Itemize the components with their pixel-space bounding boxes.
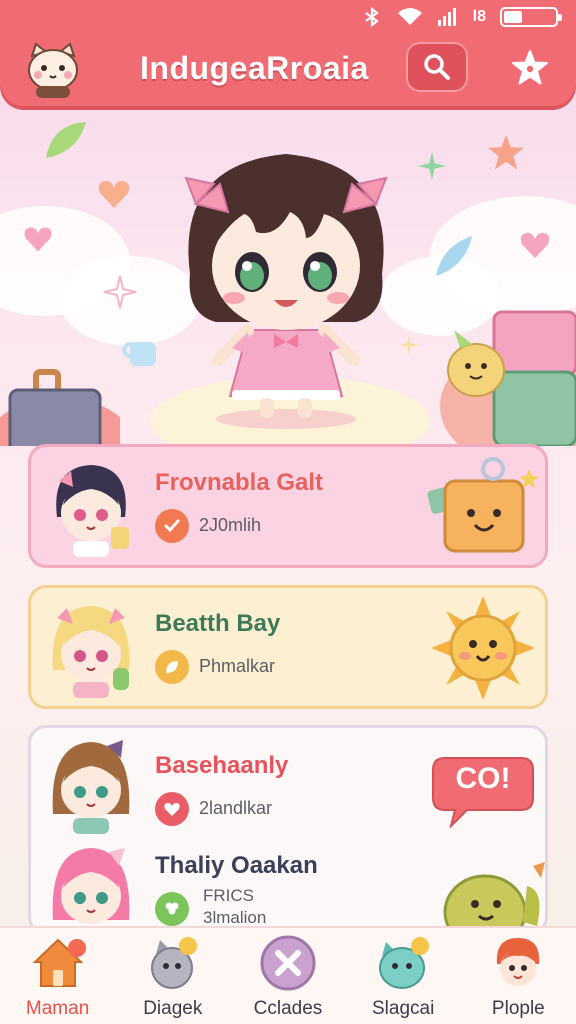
card-subtitle: Phmalkar <box>199 656 276 676</box>
sun-icon <box>431 596 535 700</box>
bluetooth-icon <box>365 6 379 28</box>
heart-decoration-icon <box>98 181 130 208</box>
card-subtitle: 3lmalion <box>203 908 267 927</box>
nav-label: Plople <box>491 998 545 1019</box>
game-card-list: Basehaanly 2landlkar CO! Thaliy Oaakan F… <box>28 725 548 935</box>
nav-label: Maman <box>25 998 90 1019</box>
app-title: IndugeaRroaia <box>140 50 369 86</box>
avatar <box>52 740 130 834</box>
close-circle-icon <box>260 935 316 991</box>
chibi-girl-character <box>184 154 388 429</box>
speech-bubble-text: CO! <box>455 762 511 795</box>
heart-check-icon <box>155 792 189 826</box>
nav-item-slagcai[interactable]: Slagcai <box>348 934 458 1024</box>
game-card[interactable]: Beatth Bay Phmalkar <box>28 585 548 709</box>
nav-item-cclades[interactable]: Cclades <box>233 934 343 1024</box>
wifi-icon <box>397 8 422 25</box>
game-card[interactable]: Thaliy Oaakan FRICS 3lmalion <box>31 834 545 932</box>
bottom-navigation: Maman Diagek Cclades Slagcai Plople <box>0 926 576 1024</box>
feather-decoration-icon <box>436 236 472 276</box>
search-icon <box>424 54 450 80</box>
speech-bubble-icon: CO! <box>431 752 535 828</box>
card-title: Thaliy Oaakan <box>155 852 318 879</box>
card-subtitle: 2landlkar <box>199 798 273 818</box>
card-subtitle: 2J0mlih <box>199 515 262 535</box>
cat-icon <box>150 937 197 989</box>
gift-box-icon <box>427 457 539 553</box>
star-decoration-icon <box>488 135 524 170</box>
sparkle-decoration-icon <box>417 151 447 181</box>
cat-face-icon[interactable] <box>22 40 84 102</box>
heart-decoration-icon <box>24 227 52 252</box>
nav-item-home[interactable]: Maman <box>3 934 113 1024</box>
suitcase-decoration-icon <box>0 369 120 446</box>
game-card[interactable]: Frovnabla Galt 2J0mlih <box>28 444 548 568</box>
people-icon <box>497 938 540 986</box>
leaf-decoration-icon <box>46 122 86 158</box>
signal-icon <box>437 8 456 26</box>
monster-icon <box>379 937 430 989</box>
avatar <box>52 606 130 698</box>
carrier-text: l8 <box>472 8 486 25</box>
status-bar: l8 <box>0 0 576 34</box>
clover-icon <box>155 892 189 926</box>
leaf-icon <box>155 650 189 684</box>
avatar <box>52 848 130 924</box>
favorites-button[interactable] <box>504 44 556 92</box>
luggage-decoration-icon <box>440 310 576 446</box>
card-title: Frovnabla Galt <box>155 469 324 496</box>
battery-level <box>504 11 522 23</box>
house-icon <box>32 938 86 987</box>
card-subtitle: FRICS <box>203 886 254 905</box>
hero-illustration <box>0 106 576 446</box>
heart-decoration-icon <box>520 232 550 259</box>
nav-label: Slagcai <box>371 998 435 1019</box>
game-card[interactable]: Basehaanly 2landlkar CO! <box>31 728 545 834</box>
nav-item-people[interactable]: Plople <box>463 934 573 1024</box>
avatar <box>56 465 129 557</box>
nav-item-diagek[interactable]: Diagek <box>118 934 228 1024</box>
search-button[interactable] <box>406 42 468 92</box>
nav-label: Diagek <box>143 998 203 1019</box>
card-title: Basehaanly <box>155 752 289 779</box>
star-icon <box>512 50 548 85</box>
check-icon <box>155 509 189 543</box>
sparkle-decoration-icon <box>103 275 137 309</box>
pear-creature-icon <box>443 862 545 932</box>
app-header: IndugeaRroaia <box>0 34 576 106</box>
battery-icon <box>500 7 562 27</box>
card-title: Beatth Bay <box>155 610 281 637</box>
nav-label: Cclades <box>253 998 323 1019</box>
